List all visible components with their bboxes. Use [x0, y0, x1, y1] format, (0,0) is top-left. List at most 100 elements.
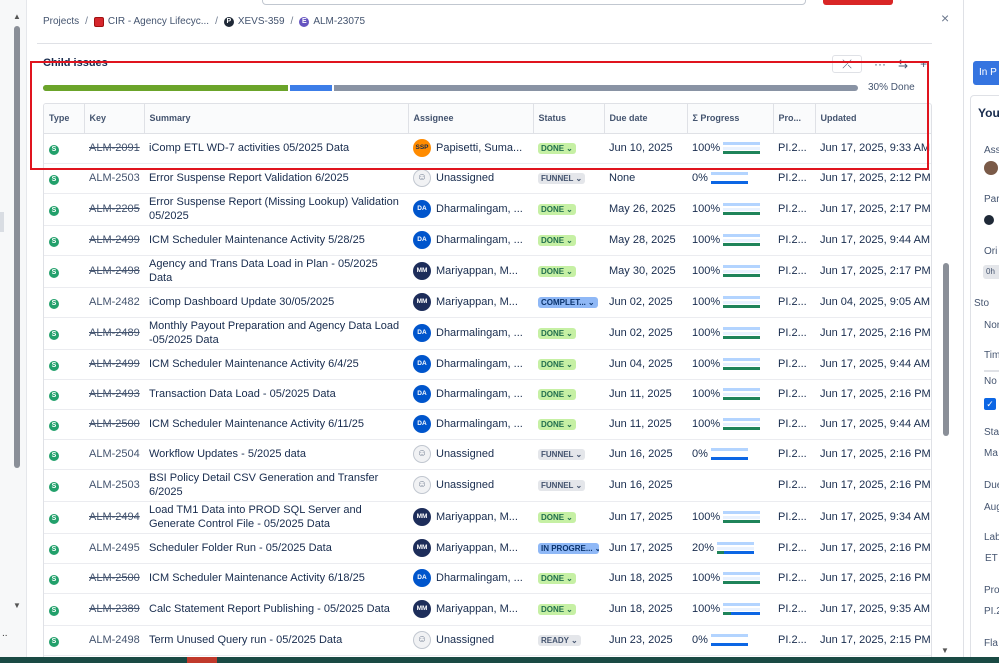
status-dropdown[interactable]: DONE ⌄: [538, 266, 576, 277]
table-row[interactable]: S ALM-2499 ICM Scheduler Maintenance Activ…: [44, 349, 931, 380]
assignee-cell[interactable]: MM Mariyappan, M...: [413, 262, 528, 280]
assignee-cell[interactable]: ☺ Unassigned: [413, 631, 528, 649]
assignee-cell[interactable]: DA Dharmalingam, ...: [413, 231, 528, 249]
more-dots-icon[interactable]: ..: [2, 628, 8, 639]
issue-key-link[interactable]: ALM-2503: [89, 172, 140, 184]
issue-key-link[interactable]: ALM-2500: [89, 418, 140, 430]
status-dropdown[interactable]: DONE ⌄: [538, 359, 576, 370]
more-icon[interactable]: ···: [874, 57, 886, 71]
left-scrollbar-thumb[interactable]: [14, 26, 20, 468]
table-row[interactable]: S ALM-2503 BSI Policy Detail CSV Generatio…: [44, 469, 931, 502]
assignee-cell[interactable]: DA Dharmalingam, ...: [413, 415, 528, 433]
add-icon[interactable]: +: [920, 57, 927, 71]
issue-summary-link[interactable]: Monthly Payout Preparation and Agency Da…: [149, 320, 399, 346]
issue-summary-link[interactable]: Error Suspense Report (Missing Lookup) V…: [149, 196, 399, 222]
breadcrumb-epic[interactable]: E ALM-23075: [299, 16, 365, 27]
table-row[interactable]: S ALM-2482 iComp Dashboard Update 30/05/20…: [44, 287, 931, 318]
assignee-cell[interactable]: ☺ Unassigned: [413, 476, 528, 494]
table-row[interactable]: S ALM-2494 Load TM1 Data into PROD SQL Ser…: [44, 501, 931, 534]
assignee-cell[interactable]: MM Mariyappan, M...: [413, 293, 528, 311]
avatar[interactable]: [984, 161, 998, 175]
table-row[interactable]: S ALM-2091⁠ iComp ETL WD-7 activities 05/2…: [44, 133, 931, 164]
issue-key-link[interactable]: ALM-2493: [89, 388, 140, 400]
status-transition-button[interactable]: In P: [973, 61, 999, 85]
status-dropdown[interactable]: FUNNEL ⌄: [538, 480, 586, 491]
column-header[interactable]: Updated: [815, 104, 931, 134]
table-row[interactable]: S ALM-2504 Workflow Updates - 5/2025 data ☺…: [44, 439, 931, 470]
column-header[interactable]: Status: [533, 104, 605, 134]
scroll-down-arrow-icon[interactable]: ▼: [941, 646, 949, 655]
table-row[interactable]: S ALM-2205 Error Suspense Report (Missing …: [44, 193, 931, 226]
issue-summary-link[interactable]: ICM Scheduler Maintenance Activity 5/28/…: [149, 234, 365, 246]
column-header[interactable]: Σ Progress: [687, 104, 774, 134]
table-scrollbar-thumb[interactable]: [943, 263, 949, 436]
status-dropdown[interactable]: DONE ⌄: [538, 389, 576, 400]
issue-key-link[interactable]: ALM-2205: [89, 203, 140, 215]
assignee-cell[interactable]: MM Mariyappan, M...: [413, 539, 528, 557]
breadcrumb-projects[interactable]: Projects: [43, 16, 79, 27]
issue-key-link[interactable]: ALM-2482: [89, 296, 140, 308]
breadcrumb-parent[interactable]: P XEVS-359: [223, 16, 285, 27]
issue-key-link[interactable]: ALM-2504: [89, 448, 140, 460]
status-dropdown[interactable]: DONE ⌄: [538, 604, 576, 615]
issue-key-link[interactable]: ALM-2498: [89, 265, 140, 277]
status-dropdown[interactable]: DONE ⌄: [538, 512, 576, 523]
issue-key-link[interactable]: ALM-2499: [89, 234, 140, 246]
status-dropdown[interactable]: DONE ⌄: [538, 573, 576, 584]
status-dropdown[interactable]: DONE ⌄: [538, 328, 576, 339]
issue-summary-link[interactable]: Agency and Trans Data Load in Plan - 05/…: [149, 258, 378, 284]
issue-summary-link[interactable]: iComp Dashboard Update 30/05/2025: [149, 296, 334, 308]
assignee-cell[interactable]: SSP Papisetti, Suma...: [413, 139, 528, 157]
issue-summary-link[interactable]: iComp ETL WD-7 activities 05/2025 Data: [149, 142, 349, 154]
issue-key-link[interactable]: ALM-2494: [89, 511, 140, 523]
status-dropdown[interactable]: READY ⌄: [538, 635, 581, 646]
table-row[interactable]: S ALM-2493 Transaction Data Load - 05/2025…: [44, 379, 931, 410]
issue-summary-link[interactable]: ICM Scheduler Maintenance Activity 6/18/…: [149, 572, 365, 584]
table-row[interactable]: S ALM-2503 Error Suspense Report Validatio…: [44, 163, 931, 194]
issue-summary-link[interactable]: Transaction Data Load - 05/2025 Data: [149, 388, 336, 400]
status-dropdown[interactable]: DONE ⌄: [538, 204, 576, 215]
table-row[interactable]: S ALM-2389 Calc Statement Report Publishin…: [44, 593, 931, 626]
issue-key-link[interactable]: ALM-2489: [89, 327, 140, 339]
breadcrumb-project[interactable]: CIR - Agency Lifecyc...: [93, 16, 209, 27]
assignee-cell[interactable]: MM Mariyappan, M...: [413, 600, 528, 618]
primary-action-button[interactable]: [823, 0, 893, 5]
issue-key-link[interactable]: ALM-2500: [89, 572, 140, 584]
status-dropdown[interactable]: FUNNEL ⌄: [538, 449, 586, 460]
issue-key-link[interactable]: ALM-2503: [89, 479, 140, 491]
issue-key-link[interactable]: ALM-2091⁠: [89, 142, 140, 154]
issue-summary-link[interactable]: BSI Policy Detail CSV Generation and Tra…: [149, 472, 378, 498]
table-row[interactable]: S ALM-2495 Scheduler Folder Run - 05/2025 …: [44, 533, 931, 564]
issue-key-link[interactable]: ALM-2495: [89, 542, 140, 554]
link-icon[interactable]: ⇆: [898, 57, 908, 71]
status-dropdown[interactable]: DONE ⌄: [538, 419, 576, 430]
scroll-up-arrow-icon[interactable]: ▲: [13, 12, 21, 21]
table-row[interactable]: S ALM-2498 Term Unused Query run - 05/2025…: [44, 625, 931, 656]
issue-summary-link[interactable]: Error Suspense Report Validation 6/2025: [149, 172, 349, 184]
status-dropdown[interactable]: FUNNEL ⌄: [538, 173, 586, 184]
column-header[interactable]: Due date: [604, 104, 688, 134]
issue-summary-link[interactable]: ICM Scheduler Maintenance Activity 6/11/…: [149, 418, 364, 430]
issue-summary-link[interactable]: Calc Statement Report Publishing - 05/20…: [149, 603, 390, 615]
close-icon[interactable]: ×: [941, 10, 949, 26]
table-row[interactable]: S ALM-2500 ICM Scheduler Maintenance Activ…: [44, 563, 931, 594]
assignee-cell[interactable]: DA Dharmalingam, ...: [413, 569, 528, 587]
status-dropdown[interactable]: COMPLET... ⌄: [538, 297, 598, 308]
collapse-icon[interactable]: ⤫: [832, 55, 862, 73]
original-estimate-chip[interactable]: 0h: [983, 265, 999, 279]
assignee-cell[interactable]: ☺ Unassigned: [413, 169, 528, 187]
assignee-cell[interactable]: DA Dharmalingam, ...: [413, 355, 528, 373]
scroll-down-arrow-icon[interactable]: ▼: [13, 601, 21, 610]
assignee-cell[interactable]: DA Dharmalingam, ...: [413, 200, 528, 218]
issue-summary-link[interactable]: Workflow Updates - 5/2025 data: [149, 448, 306, 460]
assignee-cell[interactable]: MM Mariyappan, M...: [413, 508, 528, 526]
issue-key-link[interactable]: ALM-2498: [89, 634, 140, 646]
issue-summary-link[interactable]: Scheduler Folder Run - 05/2025 Data: [149, 542, 332, 554]
column-header[interactable]: Summary: [144, 104, 409, 134]
table-row[interactable]: S ALM-2498 Agency and Trans Data Load in P…: [44, 255, 931, 288]
column-header[interactable]: Assignee: [408, 104, 534, 134]
issue-key-link[interactable]: ALM-2389: [89, 603, 140, 615]
table-row[interactable]: S ALM-2499 ICM Scheduler Maintenance Activ…: [44, 225, 931, 256]
table-row[interactable]: S ALM-2489 Monthly Payout Preparation and …: [44, 317, 931, 350]
column-header[interactable]: Type: [44, 104, 85, 134]
